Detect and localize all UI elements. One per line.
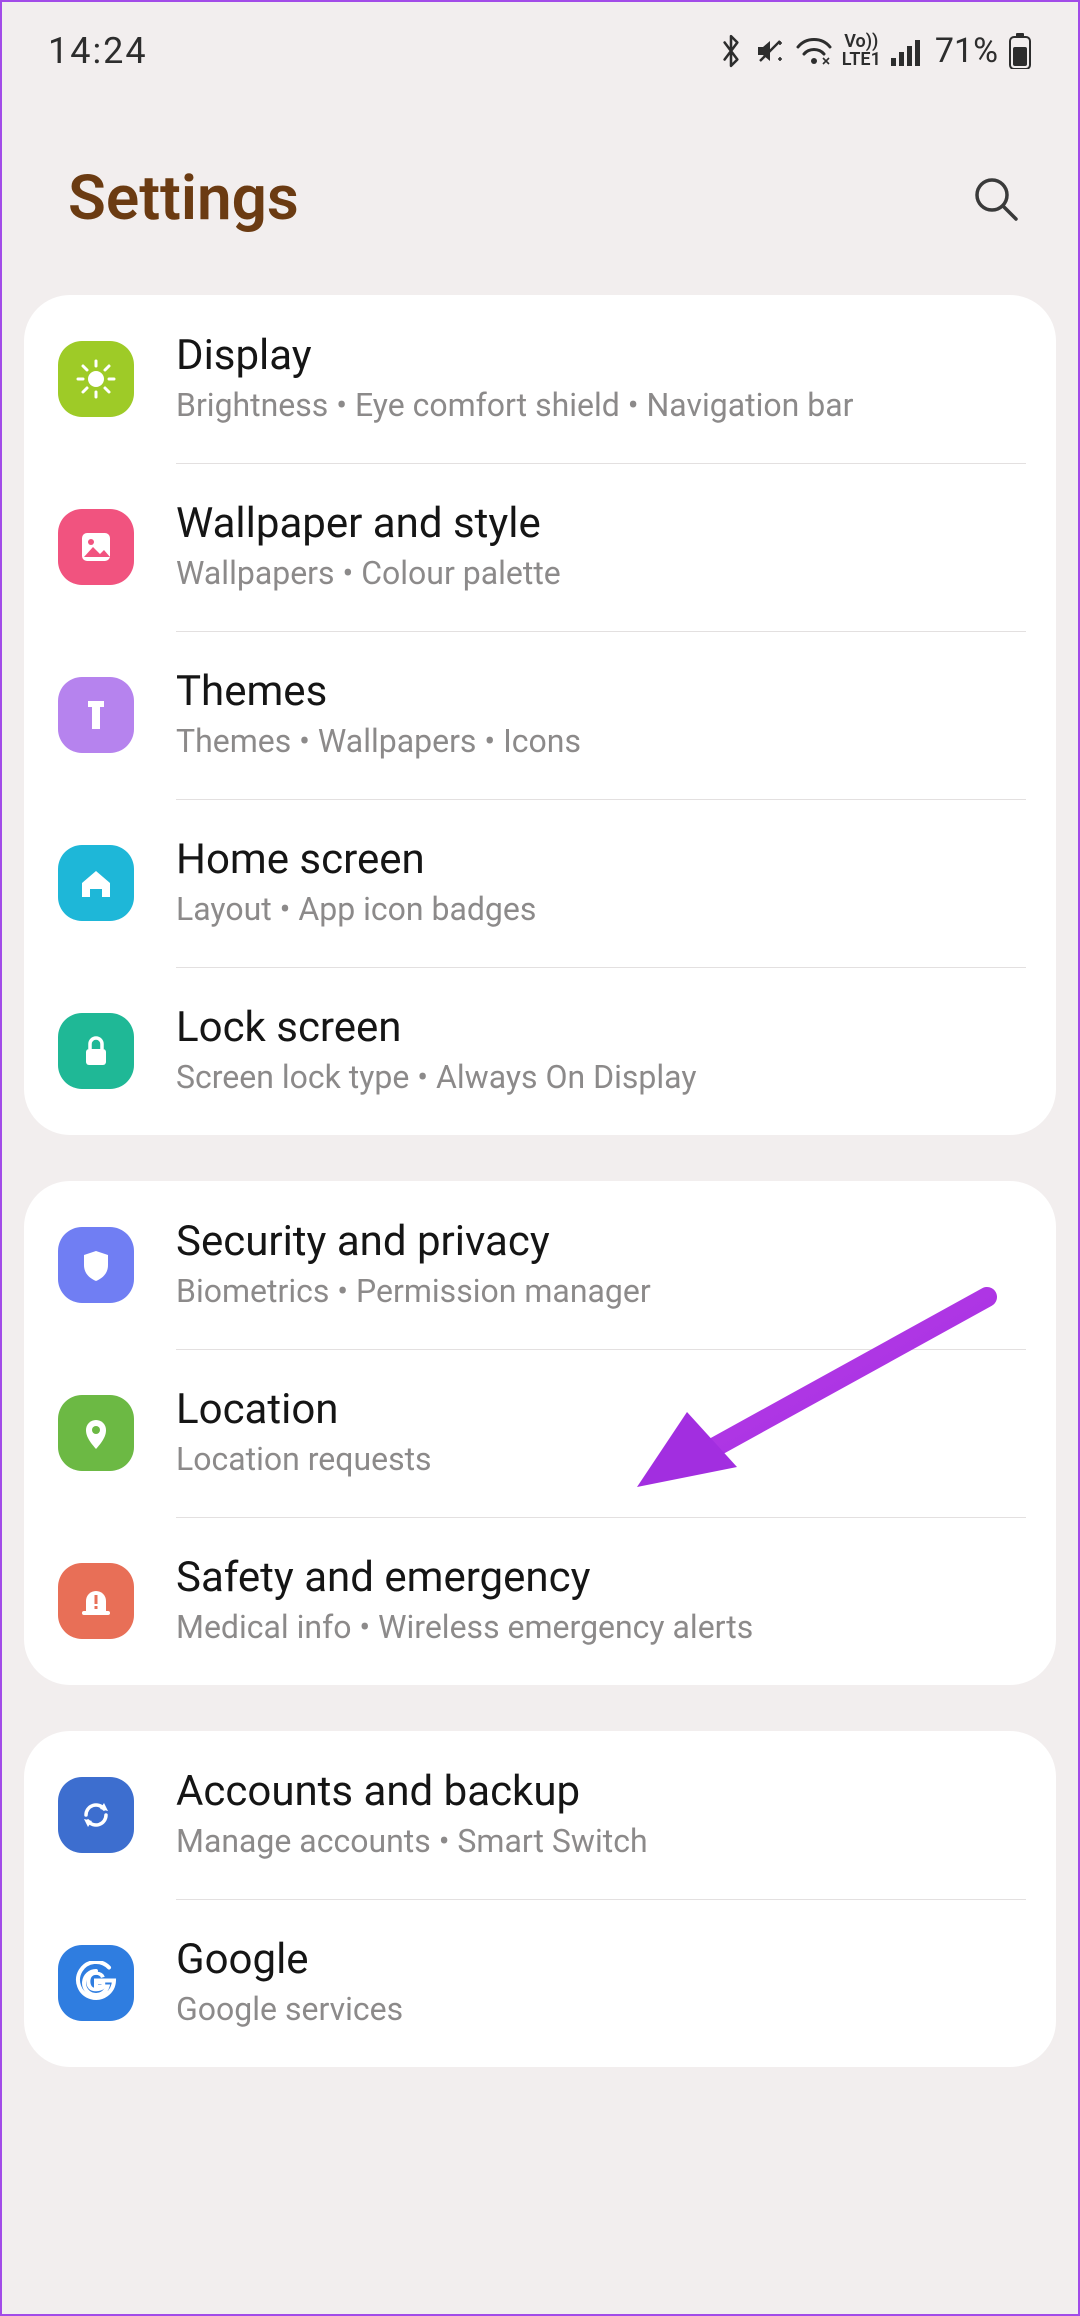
- settings-group-2: Security and privacy Biometrics • Permis…: [24, 1181, 1056, 1685]
- bluetooth-icon: [718, 34, 744, 68]
- wallpaper-icon: [58, 509, 134, 585]
- signal-icon: [891, 36, 923, 66]
- battery-icon: [1008, 33, 1032, 69]
- home-icon: [58, 845, 134, 921]
- row-title: Themes: [176, 667, 581, 717]
- row-subtitle: Google services: [176, 1989, 403, 2031]
- row-title: Google: [176, 1935, 403, 1985]
- volte-icon: Vo))LTE1: [842, 33, 881, 69]
- row-title: Lock screen: [176, 1003, 696, 1053]
- settings-group-1: Display Brightness • Eye comfort shield …: [24, 295, 1056, 1135]
- row-subtitle: Wallpapers • Colour palette: [176, 553, 561, 595]
- lock-icon: [58, 1013, 134, 1089]
- settings-row-display[interactable]: Display Brightness • Eye comfort shield …: [24, 295, 1056, 463]
- row-title: Accounts and backup: [176, 1767, 648, 1817]
- settings-row-location[interactable]: Location Location requests: [24, 1349, 1056, 1517]
- sync-icon: [58, 1777, 134, 1853]
- row-title: Home screen: [176, 835, 536, 885]
- row-title: Wallpaper and style: [176, 499, 561, 549]
- settings-row-homescreen[interactable]: Home screen Layout • App icon badges: [24, 799, 1056, 967]
- settings-row-safety[interactable]: Safety and emergency Medical info • Wire…: [24, 1517, 1056, 1685]
- row-subtitle: Brightness • Eye comfort shield • Naviga…: [176, 385, 853, 427]
- settings-row-google[interactable]: G Google Google services: [24, 1899, 1056, 2067]
- page-title: Settings: [68, 162, 299, 235]
- settings-row-accounts[interactable]: Accounts and backup Manage accounts • Sm…: [24, 1731, 1056, 1899]
- row-title: Display: [176, 331, 853, 381]
- row-subtitle: Location requests: [176, 1439, 432, 1481]
- search-icon: [970, 173, 1022, 225]
- google-icon: G: [58, 1945, 134, 2021]
- status-bar: 14:24 Vo))LTE1 71%: [2, 2, 1078, 82]
- row-subtitle: Biometrics • Permission manager: [176, 1271, 651, 1313]
- settings-group-3: Accounts and backup Manage accounts • Sm…: [24, 1731, 1056, 2067]
- search-button[interactable]: [966, 169, 1026, 229]
- display-icon: [58, 341, 134, 417]
- status-icons: Vo))LTE1 71%: [718, 31, 1032, 71]
- wifi-icon: [796, 36, 832, 66]
- location-pin-icon: [58, 1395, 134, 1471]
- row-title: Location: [176, 1385, 432, 1435]
- svg-text:G: G: [85, 1966, 107, 1997]
- row-subtitle: Manage accounts • Smart Switch: [176, 1821, 648, 1863]
- shield-icon: [58, 1227, 134, 1303]
- battery-percent: 71%: [935, 31, 998, 71]
- settings-row-security[interactable]: Security and privacy Biometrics • Permis…: [24, 1181, 1056, 1349]
- settings-row-lockscreen[interactable]: Lock screen Screen lock type • Always On…: [24, 967, 1056, 1135]
- mute-vibrate-icon: [754, 35, 786, 67]
- settings-row-wallpaper[interactable]: Wallpaper and style Wallpapers • Colour …: [24, 463, 1056, 631]
- settings-row-themes[interactable]: Themes Themes • Wallpapers • Icons: [24, 631, 1056, 799]
- themes-icon: [58, 677, 134, 753]
- header: Settings: [2, 82, 1078, 295]
- row-title: Security and privacy: [176, 1217, 651, 1267]
- row-subtitle: Themes • Wallpapers • Icons: [176, 721, 581, 763]
- row-subtitle: Screen lock type • Always On Display: [176, 1057, 696, 1099]
- row-subtitle: Medical info • Wireless emergency alerts: [176, 1607, 753, 1649]
- status-time: 14:24: [48, 30, 148, 72]
- row-title: Safety and emergency: [176, 1553, 753, 1603]
- row-subtitle: Layout • App icon badges: [176, 889, 536, 931]
- emergency-icon: [58, 1563, 134, 1639]
